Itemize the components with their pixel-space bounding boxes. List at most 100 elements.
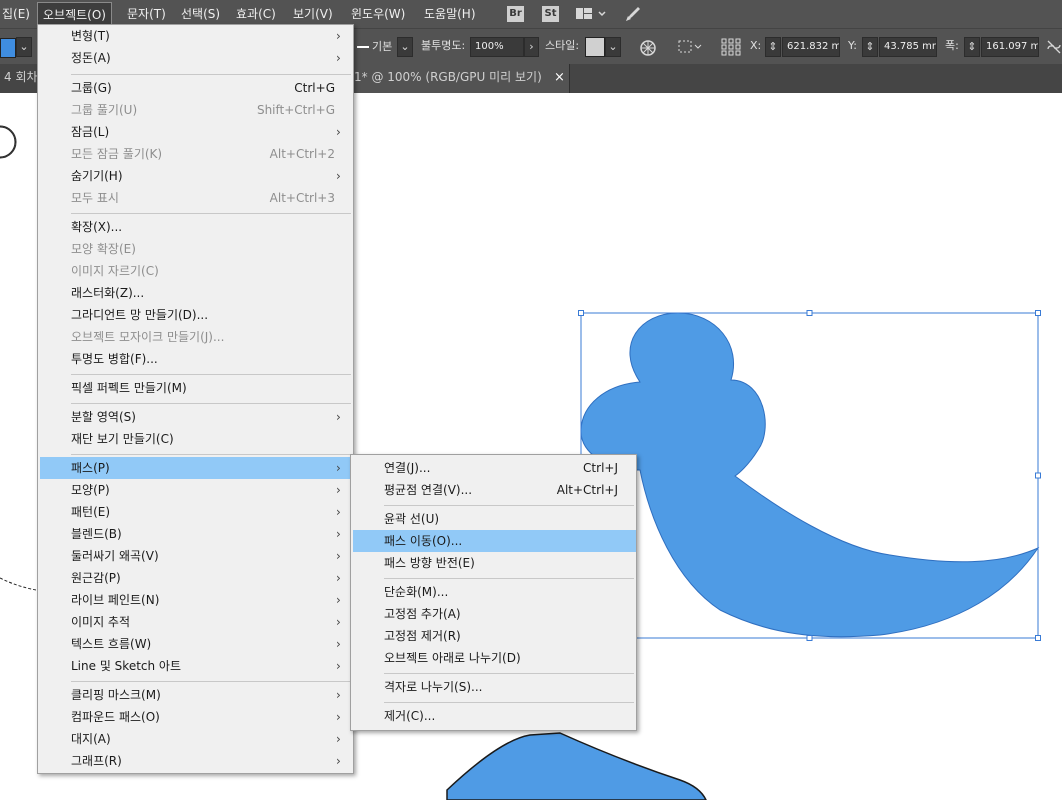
menu-item-rasterize[interactable]: 래스터화(Z)... (38, 282, 353, 304)
menu-item-perspective[interactable]: 원근감(P) › (38, 567, 353, 589)
dashed-path (0, 577, 37, 591)
submenu-item-divide-below[interactable]: 오브젝트 아래로 나누기(D) (351, 647, 636, 669)
menu-item-label: Line 및 Sketch 아트 (71, 659, 182, 673)
menu-item-label: 블렌드(B) (71, 527, 122, 541)
submenu-item-remove-anchor[interactable]: 고정점 제거(R) (351, 625, 636, 647)
menu-item-label: 텍스트 흐름(W) (71, 637, 152, 651)
chevron-right-icon: › (336, 688, 341, 702)
menu-item-label: 윤곽 선(U) (384, 512, 440, 526)
chevron-right-icon: › (336, 169, 341, 183)
menu-item-expand[interactable]: 확장(X)... (38, 216, 353, 238)
menu-item-label: 연결(J)... (384, 461, 431, 475)
menu-item-label: 둘러싸기 왜곡(V) (71, 549, 159, 563)
menu-item-shortcut: Alt+Ctrl+J (556, 483, 618, 497)
menu-item-label: 라이브 페인트(N) (71, 593, 160, 607)
partial-circle-outline (0, 126, 16, 158)
chevron-right-icon: › (336, 549, 341, 563)
menu-item-crop-marks[interactable]: 재단 보기 만들기(C) (38, 428, 353, 450)
menu-item-label: 투명도 병합(F)... (71, 352, 158, 366)
menu-item-label: 그룹(G) (71, 81, 112, 95)
menu-item-label: 이미지 자르기(C) (71, 264, 159, 278)
partial-circle-outline-outer (0, 125, 17, 159)
menu-item-blend[interactable]: 블렌드(B) › (38, 523, 353, 545)
chevron-right-icon: › (336, 527, 341, 541)
menu-item-shortcut: Shift+Ctrl+G (256, 103, 335, 117)
menu-item-line-sketch-art[interactable]: Line 및 Sketch 아트 › (38, 655, 353, 677)
submenu-item-add-anchor[interactable]: 고정점 추가(A) (351, 603, 636, 625)
menu-item-show-all[interactable]: 모두 표시 Alt+Ctrl+3 (38, 187, 353, 209)
menu-item-label: 단순화(M)... (384, 585, 449, 599)
menu-item-label: 패스(P) (71, 461, 110, 475)
submenu-item-average-join[interactable]: 평균점 연결(V)... Alt+Ctrl+J (351, 479, 636, 501)
menu-item-label: 그래프(R) (71, 754, 122, 768)
menu-item-envelope-distort[interactable]: 둘러싸기 왜곡(V) › (38, 545, 353, 567)
menu-separator (384, 505, 634, 506)
bird-shape[interactable] (580, 312, 1040, 638)
menu-item-arrange[interactable]: 정돈(A) › (38, 47, 353, 69)
object-menu: 변형(T) › 정돈(A) › 그룹(G) Ctrl+G 그룹 풀기(U) Shift+… (37, 24, 354, 774)
submenu-item-clean-up[interactable]: 제거(C)... (351, 705, 636, 727)
menu-item-label: 래스터화(Z)... (71, 286, 145, 300)
menu-separator (71, 403, 351, 404)
menu-separator (71, 213, 351, 214)
menu-item-pixel-perfect[interactable]: 픽셀 퍼펙트 만들기(M) (38, 377, 353, 399)
menu-item-object-mosaic[interactable]: 오브젝트 모자이크 만들기(J)... (38, 326, 353, 348)
menu-item-lock[interactable]: 잠금(L) › (38, 121, 353, 143)
submenu-item-offset-path[interactable]: 패스 이동(O)... (353, 530, 636, 552)
chevron-right-icon: › (336, 593, 341, 607)
submenu-item-outline-stroke[interactable]: 윤곽 선(U) (351, 508, 636, 530)
menu-item-unlock-all[interactable]: 모든 잠금 풀기(K) Alt+Ctrl+2 (38, 143, 353, 165)
menu-item-compound-path[interactable]: 컴파운드 패스(O) › (38, 706, 353, 728)
menu-item-label: 모두 표시 (71, 191, 119, 205)
menu-separator (71, 681, 351, 682)
menu-item-shortcut: Ctrl+J (583, 461, 618, 475)
menu-item-label: 모양 확장(E) (71, 242, 136, 256)
chevron-right-icon: › (336, 505, 341, 519)
submenu-item-simplify[interactable]: 단순화(M)... (351, 581, 636, 603)
menu-item-label: 분할 영역(S) (71, 410, 136, 424)
menu-item-gradient-mesh[interactable]: 그라디언트 망 만들기(D)... (38, 304, 353, 326)
menu-item-image-trace[interactable]: 이미지 추적 › (38, 611, 353, 633)
menu-item-label: 제거(C)... (384, 709, 436, 723)
menu-item-shortcut: Ctrl+G (294, 81, 335, 95)
submenu-item-split-grid[interactable]: 격자로 나누기(S)... (351, 676, 636, 698)
menu-item-slice[interactable]: 분할 영역(S) › (38, 406, 353, 428)
menu-item-label: 고정점 추가(A) (384, 607, 461, 621)
menu-item-group[interactable]: 그룹(G) Ctrl+G (38, 77, 353, 99)
menu-item-label: 패스 이동(O)... (384, 534, 463, 548)
menu-item-label: 그라디언트 망 만들기(D)... (71, 308, 209, 322)
menu-item-ungroup[interactable]: 그룹 풀기(U) Shift+Ctrl+G (38, 99, 353, 121)
menu-separator (71, 74, 351, 75)
chevron-right-icon: › (336, 461, 341, 475)
menu-separator (71, 374, 351, 375)
menu-item-label: 패턴(E) (71, 505, 111, 519)
chevron-right-icon: › (336, 125, 341, 139)
menu-item-artboards[interactable]: 대지(A) › (38, 728, 353, 750)
menu-item-graph[interactable]: 그래프(R) › (38, 750, 353, 772)
path-submenu: 연결(J)... Ctrl+J 평균점 연결(V)... Alt+Ctrl+J 윤곽… (350, 454, 637, 731)
chevron-right-icon: › (336, 29, 341, 43)
menu-item-shape[interactable]: 모양(P) › (38, 479, 353, 501)
menu-item-text-wrap[interactable]: 텍스트 흐름(W) › (38, 633, 353, 655)
menu-item-crop-image[interactable]: 이미지 자르기(C) (38, 260, 353, 282)
submenu-item-reverse-path[interactable]: 패스 방향 반전(E) (351, 552, 636, 574)
menu-item-label: 격자로 나누기(S)... (384, 680, 483, 694)
menu-item-label: 대지(A) (71, 732, 111, 746)
menu-item-label: 클리핑 마스크(M) (71, 688, 161, 702)
menu-item-transform[interactable]: 변형(T) › (38, 25, 353, 47)
menu-item-hide[interactable]: 숨기기(H) › (38, 165, 353, 187)
menu-item-expand-appearance[interactable]: 모양 확장(E) (38, 238, 353, 260)
menu-item-flatten-transparency[interactable]: 투명도 병합(F)... (38, 348, 353, 370)
menu-item-path[interactable]: 패스(P) › (40, 457, 351, 479)
menu-item-label: 컴파운드 패스(O) (71, 710, 160, 724)
hexagon-shape[interactable] (446, 732, 707, 800)
chevron-right-icon: › (336, 51, 341, 65)
menu-item-clipping-mask[interactable]: 클리핑 마스크(M) › (38, 684, 353, 706)
submenu-item-join[interactable]: 연결(J)... Ctrl+J (351, 457, 636, 479)
menu-item-label: 평균점 연결(V)... (384, 483, 473, 497)
menu-item-label: 오브젝트 모자이크 만들기(J)... (71, 330, 225, 344)
menu-item-pattern[interactable]: 패턴(E) › (38, 501, 353, 523)
chevron-right-icon: › (336, 483, 341, 497)
menu-item-live-paint[interactable]: 라이브 페인트(N) › (38, 589, 353, 611)
menu-separator (384, 673, 634, 674)
